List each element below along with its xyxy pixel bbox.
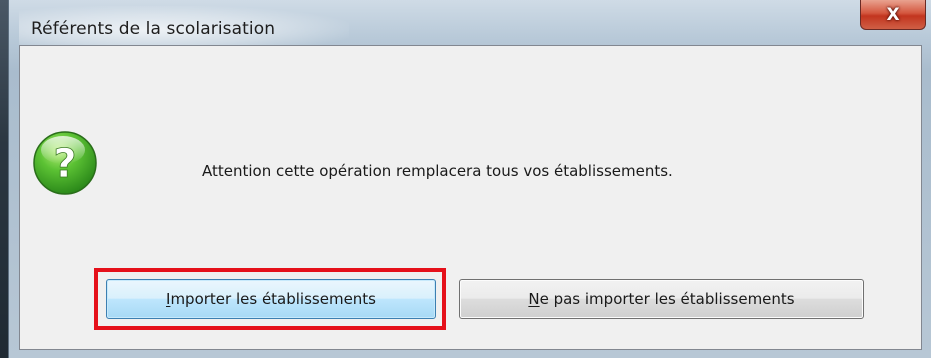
dialog-title: Référents de la scolarisation — [31, 19, 276, 39]
import-button[interactable]: Importer les établissements — [106, 279, 436, 319]
dialog-message: Attention cette opération remplacera tou… — [202, 162, 673, 180]
import-button-label: Importer les établissements — [166, 290, 376, 308]
no-import-button-label: Ne pas importer les établissements — [528, 290, 795, 308]
question-icon: ? — [33, 131, 97, 195]
dialog-window: Référents de la scolarisation X ? Attent… — [8, 0, 931, 358]
close-button[interactable]: X — [860, 0, 926, 30]
svg-text:?: ? — [53, 141, 76, 187]
dialog-content: ? Attention cette opération remplacera t… — [19, 45, 922, 350]
no-import-button[interactable]: Ne pas importer les établissements — [459, 279, 864, 319]
close-icon: X — [886, 4, 900, 25]
